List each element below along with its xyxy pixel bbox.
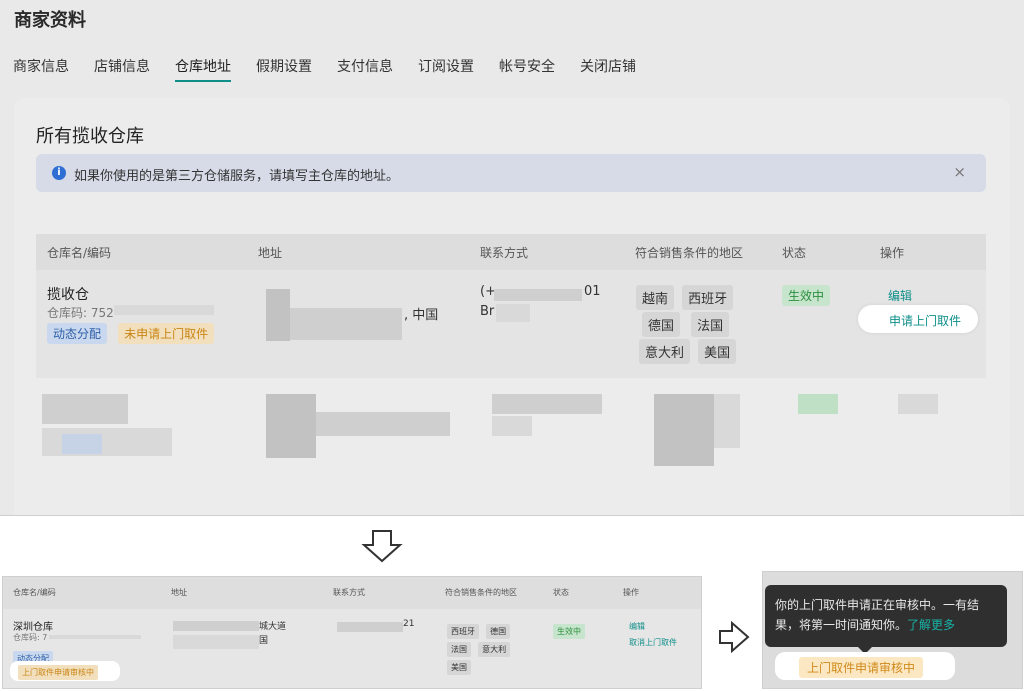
region-tag: 美国 — [698, 339, 737, 364]
merchant-profile-page: 商家资料 商家信息 店铺信息 仓库地址 假期设置 支付信息 订阅设置 帐号安全 … — [0, 0, 1024, 516]
info-icon: i — [52, 166, 66, 180]
column-header-regions: 符合销售条件的地区 — [635, 246, 744, 260]
pickup-review-tooltip-panel: 你的上门取件申请正在审核中。一有结果，将第一时间通知你。了解更多 上门取件申请审… — [762, 571, 1023, 689]
redacted-address — [173, 635, 259, 649]
contact-suffix: 21 — [403, 619, 415, 629]
region-list: 西班牙 德国 — [447, 619, 511, 639]
warehouse-table: 仓库名/编码 地址 联系方式 符合销售条件的地区 状态 操作 揽收仓 仓库码: … — [36, 234, 986, 378]
redacted-address — [266, 289, 290, 341]
region-tag: 西班牙 — [682, 285, 734, 310]
tab-close-store[interactable]: 关闭店铺 — [580, 56, 636, 82]
apply-pickup-button[interactable]: 申请上门取件 — [889, 312, 961, 329]
dynamic-allocation-tag: 动态分配 — [47, 323, 108, 344]
column-header-status: 状态 — [553, 588, 569, 597]
address-part: 国 — [259, 636, 269, 646]
region-tag: 意大利 — [639, 339, 691, 364]
tab-warehouse-address[interactable]: 仓库地址 — [175, 56, 231, 82]
warehouse-name: 揽收仓 — [47, 287, 89, 303]
warehouse-card: 所有揽收仓库 i 如果你使用的是第三方仓储服务，请填写主仓库的地址。 × 仓库名… — [14, 98, 1010, 515]
redacted-tag — [62, 434, 102, 454]
column-header-contact: 联系方式 — [333, 588, 365, 597]
column-header-address: 地址 — [171, 588, 187, 597]
tooltip-text: 你的上门取件申请正在审核中。一有结果，将第一时间通知你。了解更多 — [775, 595, 1001, 635]
column-header-contact: 联系方式 — [480, 246, 529, 260]
tab-payment-info[interactable]: 支付信息 — [337, 56, 393, 82]
apply-pickup-highlight: 申请上门取件 — [858, 305, 978, 333]
contact-line2: Br — [480, 304, 495, 319]
redacted-contact — [337, 622, 403, 632]
region-list: 美国 — [447, 655, 471, 675]
region-list: 意大利 美国 — [639, 339, 737, 364]
edit-link[interactable]: 编辑 — [629, 621, 645, 632]
region-tag: 美国 — [447, 660, 471, 675]
warehouse-tags: 动态分配 未申请上门取件 — [47, 323, 215, 344]
tab-bar: 商家信息 店铺信息 仓库地址 假期设置 支付信息 订阅设置 帐号安全 关闭店铺 — [13, 56, 661, 82]
column-header-name: 仓库名/编码 — [47, 246, 112, 260]
card-title: 所有揽收仓库 — [36, 126, 144, 147]
redacted-row — [714, 394, 740, 448]
pickup-review-table: 仓库名/编码 地址 联系方式 符合销售条件的地区 状态 操作 深圳仓库 仓库码:… — [2, 576, 702, 689]
tooltip: 你的上门取件申请正在审核中。一有结果，将第一时间通知你。了解更多 — [765, 585, 1007, 647]
redacted-contact — [494, 289, 582, 301]
redacted-row — [492, 394, 602, 414]
redacted-contact — [496, 304, 530, 322]
pickup-review-badge[interactable]: 上门取件申请审核中 — [799, 657, 924, 678]
region-tag: 越南 — [636, 285, 675, 310]
redacted-row — [654, 394, 714, 466]
page-title: 商家资料 — [14, 10, 86, 31]
column-header-actions: 操作 — [880, 246, 905, 260]
edit-link[interactable]: 编辑 — [888, 287, 912, 304]
region-list: 法国 意大利 — [447, 637, 511, 657]
tab-merchant-info[interactable]: 商家信息 — [13, 56, 69, 82]
tab-holiday-settings[interactable]: 假期设置 — [256, 56, 312, 82]
contact-suffix: 01 — [584, 284, 601, 299]
close-icon[interactable]: × — [953, 163, 966, 181]
warehouse-code: 仓库码: 7 — [13, 633, 48, 642]
redacted-status — [798, 394, 838, 414]
column-header-status: 状态 — [782, 246, 807, 260]
status-badge: 生效中 — [782, 285, 831, 306]
warehouse-name: 深圳仓库 — [13, 622, 53, 633]
region-tag: 法国 — [691, 312, 730, 337]
notice-text: 如果你使用的是第三方仓储服务，请填写主仓库的地址。 — [74, 169, 400, 184]
region-list: 越南 西班牙 — [636, 285, 734, 310]
down-arrow-icon — [360, 529, 404, 567]
redacted-code — [114, 305, 214, 315]
column-header-regions: 符合销售条件的地区 — [445, 588, 517, 597]
redacted-row — [42, 394, 128, 424]
address-part: 城大道 — [259, 622, 287, 632]
redacted-row — [316, 412, 450, 436]
redacted-address — [173, 621, 259, 631]
redacted-row — [266, 394, 316, 458]
pickup-review-highlight: 上门取件申请审核中 — [775, 652, 955, 680]
redacted-address — [290, 308, 402, 340]
redacted-action — [898, 394, 938, 414]
region-tag: 意大利 — [478, 642, 511, 657]
region-list: 德国 法国 — [642, 312, 730, 337]
right-arrow-icon — [718, 620, 750, 657]
cancel-pickup-link[interactable]: 取消上门取件 — [629, 637, 677, 648]
status-cell: 生效中 — [553, 619, 585, 639]
column-header-actions: 操作 — [623, 588, 639, 597]
status-cell: 生效中 — [782, 285, 831, 306]
column-header-address: 地址 — [258, 246, 283, 260]
warehouse-code: 仓库码: 752 — [47, 306, 114, 320]
table-header: 仓库名/编码 地址 联系方式 符合销售条件的地区 状态 操作 — [36, 234, 986, 270]
redacted-row — [492, 416, 532, 436]
region-tag: 德国 — [642, 312, 681, 337]
pickup-review-tag: 上门取件申请审核中 — [18, 665, 98, 680]
pickup-status-tag: 未申请上门取件 — [118, 323, 215, 344]
tab-subscription-settings[interactable]: 订阅设置 — [418, 56, 474, 82]
redacted-code — [49, 635, 141, 639]
status-badge: 生效中 — [553, 624, 585, 639]
table-header: 仓库名/编码 地址 联系方式 符合销售条件的地区 状态 操作 — [3, 577, 701, 609]
tab-account-security[interactable]: 帐号安全 — [499, 56, 555, 82]
column-header-name: 仓库名/编码 — [13, 588, 56, 597]
info-notice: i 如果你使用的是第三方仓储服务，请填写主仓库的地址。 × — [36, 154, 986, 192]
learn-more-link[interactable]: 了解更多 — [907, 618, 955, 632]
address-country: , 中国 — [404, 308, 439, 323]
tab-store-info[interactable]: 店铺信息 — [94, 56, 150, 82]
pickup-review-highlight: 上门取件申请审核中 — [10, 661, 120, 681]
